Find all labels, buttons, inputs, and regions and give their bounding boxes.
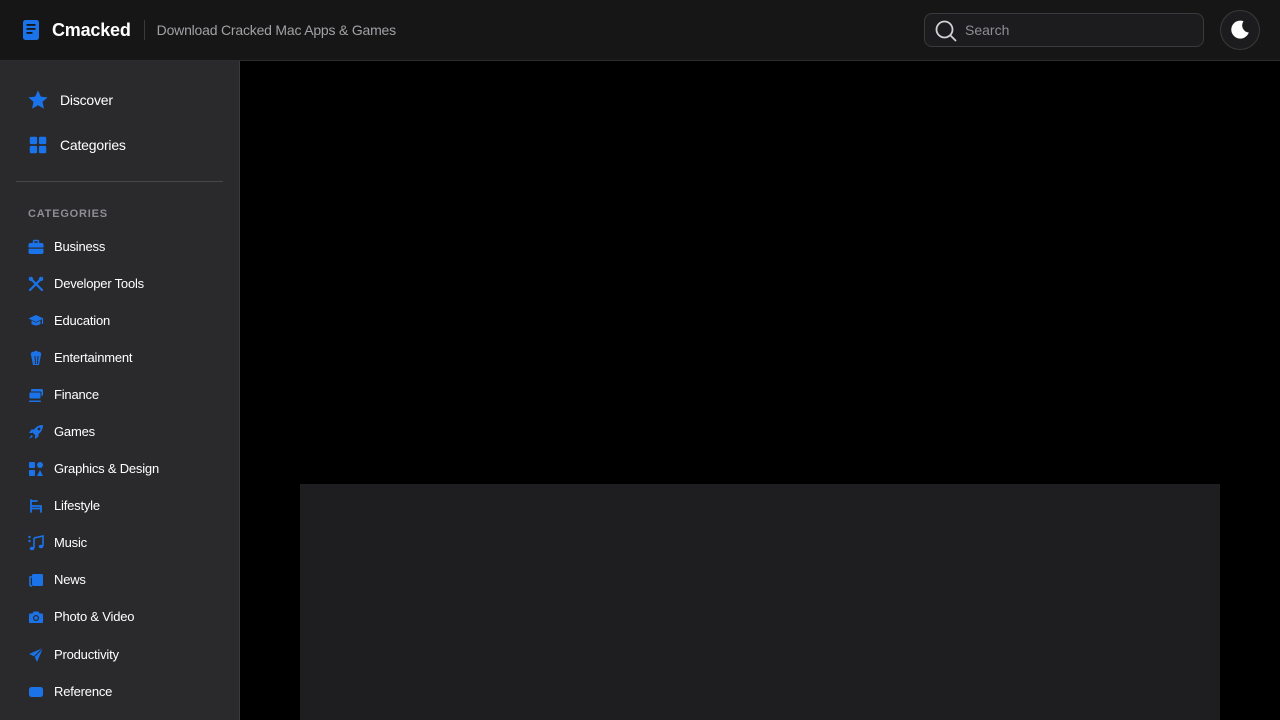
brand-name[interactable]: Cmacked bbox=[52, 20, 131, 41]
moon-icon bbox=[1231, 20, 1249, 39]
sidebar-item-label: Graphics & Design bbox=[54, 461, 159, 476]
tools-icon bbox=[28, 276, 44, 292]
sidebar-item-label: Discover bbox=[60, 92, 113, 108]
sidebar-divider bbox=[16, 181, 223, 182]
sidebar-item-news[interactable]: News bbox=[16, 563, 223, 597]
music-icon bbox=[28, 535, 44, 551]
search-box[interactable] bbox=[924, 13, 1204, 47]
sidebar: Discover Categories CATEGORIES Business … bbox=[0, 61, 240, 720]
sidebar-item-developer-tools[interactable]: Developer Tools bbox=[16, 267, 223, 301]
sidebar-item-games[interactable]: Games bbox=[16, 415, 223, 449]
paper-plane-icon bbox=[29, 647, 44, 662]
search-icon bbox=[935, 20, 957, 42]
sidebar-item-label: Education bbox=[54, 313, 111, 328]
graduation-cap-icon bbox=[28, 315, 44, 326]
search-input[interactable] bbox=[965, 14, 1195, 46]
sidebar-item-music[interactable]: Music bbox=[16, 526, 223, 560]
book-icon bbox=[29, 687, 43, 697]
sidebar-item-graphics-design[interactable]: Graphics & Design bbox=[16, 452, 223, 486]
sidebar-item-label: Developer Tools bbox=[54, 276, 144, 291]
content-card bbox=[300, 484, 1220, 720]
sidebar-item-label: Music bbox=[54, 535, 87, 550]
rocket-icon bbox=[29, 425, 43, 439]
sidebar-section-heading: CATEGORIES bbox=[28, 208, 108, 220]
star-icon bbox=[28, 90, 48, 109]
popcorn-icon bbox=[30, 350, 42, 365]
sidebar-item-label: Categories bbox=[60, 137, 126, 153]
sidebar-item-label: Games bbox=[54, 424, 95, 439]
sidebar-item-finance[interactable]: Finance bbox=[16, 378, 223, 412]
sidebar-item-lifestyle[interactable]: Lifestyle bbox=[16, 489, 223, 523]
sidebar-item-label: Entertainment bbox=[54, 350, 133, 365]
sidebar-item-label: Photo & Video bbox=[54, 609, 135, 624]
briefcase-icon bbox=[28, 239, 44, 254]
sidebar-item-reference[interactable]: Reference bbox=[16, 675, 223, 709]
sidebar-item-education[interactable]: Education bbox=[16, 304, 223, 338]
sidebar-item-photo-video[interactable]: Photo & Video bbox=[16, 600, 223, 634]
money-icon bbox=[28, 389, 43, 402]
sidebar-item-label: Reference bbox=[54, 684, 113, 699]
sidebar-item-label: Productivity bbox=[54, 647, 119, 662]
sidebar-item-categories[interactable]: Categories bbox=[16, 125, 223, 165]
chair-icon bbox=[30, 499, 42, 513]
sidebar-item-business[interactable]: Business bbox=[16, 230, 223, 264]
sidebar-item-label: News bbox=[54, 572, 86, 587]
newspaper-icon bbox=[29, 574, 43, 587]
sidebar-item-productivity[interactable]: Productivity bbox=[16, 638, 223, 672]
brand[interactable]: Cmacked Download Cracked Mac Apps & Game… bbox=[22, 0, 396, 60]
sidebar-item-label: Lifestyle bbox=[54, 498, 100, 513]
grid-icon bbox=[29, 136, 47, 154]
sidebar-item-discover[interactable]: Discover bbox=[16, 80, 223, 120]
sidebar-item-label: Business bbox=[54, 239, 106, 254]
sidebar-item-entertainment[interactable]: Entertainment bbox=[16, 341, 223, 375]
shapes-icon bbox=[29, 462, 43, 476]
camera-icon bbox=[29, 611, 43, 623]
main-content bbox=[240, 61, 1280, 720]
sidebar-item-label: Finance bbox=[54, 387, 99, 402]
brand-divider bbox=[143, 20, 145, 40]
document-logo-icon bbox=[23, 20, 39, 40]
brand-tagline: Download Cracked Mac Apps & Games bbox=[156, 22, 396, 38]
theme-toggle-button[interactable] bbox=[1220, 10, 1260, 50]
top-bar: Cmacked Download Cracked Mac Apps & Game… bbox=[0, 0, 1280, 61]
